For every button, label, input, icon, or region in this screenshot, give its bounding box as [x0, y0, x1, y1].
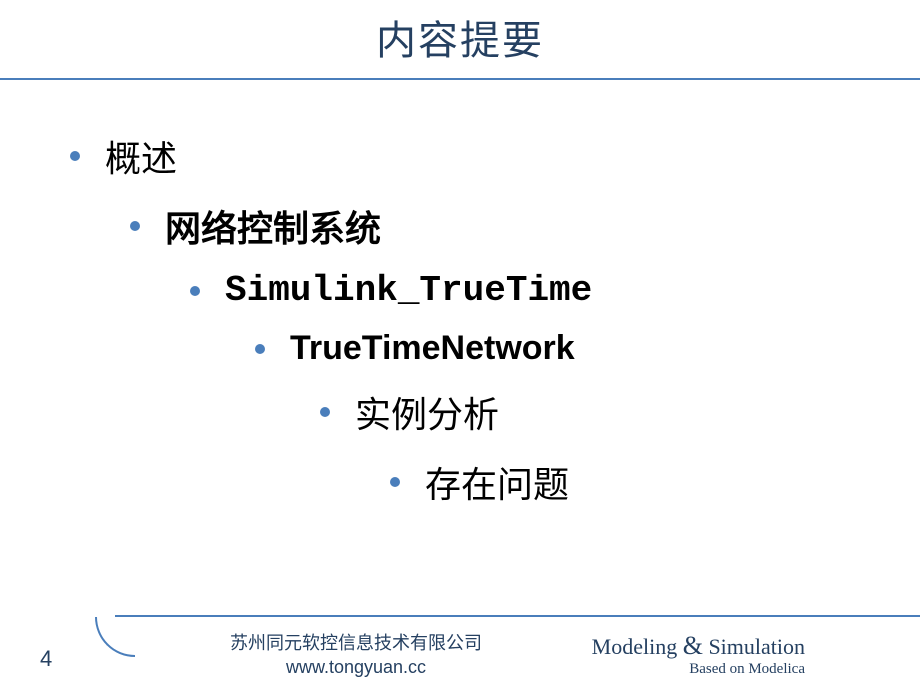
bullet-icon	[390, 477, 400, 487]
item-text-simulink: Simulink_TrueTime	[225, 270, 592, 311]
tagline-sub: Based on Modelica	[592, 661, 805, 678]
list-item: Simulink_TrueTime	[190, 270, 920, 311]
bullet-icon	[320, 407, 330, 417]
content-area: 概述 网络控制系统 Simulink_TrueTime TrueTimeNetw…	[0, 80, 920, 508]
tagline-amp: &	[683, 631, 703, 660]
item-text-problems: 存在问题	[425, 456, 569, 508]
bullet-icon	[190, 286, 200, 296]
list-item: 存在问题	[390, 456, 920, 508]
page-number: 4	[40, 646, 52, 672]
list-item: 概述	[70, 130, 920, 182]
bullet-icon	[130, 221, 140, 231]
slide-header: 内容提要	[0, 0, 920, 76]
tagline-block: Modeling & Simulation Based on Modelica	[592, 631, 805, 678]
company-url: www.tongyuan.cc	[230, 657, 482, 678]
footer-curve-icon	[95, 617, 135, 657]
company-block: 苏州同元软控信息技术有限公司 www.tongyuan.cc	[230, 629, 482, 678]
item-text-example: 实例分析	[355, 386, 499, 438]
list-item: 网络控制系统	[130, 200, 920, 252]
item-text-truetime: TrueTimeNetwork	[290, 329, 575, 368]
slide-footer: 4 苏州同元软控信息技术有限公司 www.tongyuan.cc Modelin…	[0, 615, 920, 690]
footer-divider	[0, 615, 920, 617]
list-item: 实例分析	[320, 386, 920, 438]
company-name: 苏州同元软控信息技术有限公司	[230, 629, 482, 655]
slide-title: 内容提要	[0, 8, 920, 66]
item-text-overview: 概述	[105, 130, 177, 182]
tagline-part1: Modeling	[592, 634, 683, 659]
tagline-main: Modeling & Simulation	[592, 631, 805, 661]
list-item: TrueTimeNetwork	[255, 329, 920, 368]
tagline-part2: Simulation	[703, 634, 805, 659]
item-text-network-control: 网络控制系统	[165, 200, 381, 252]
bullet-icon	[70, 151, 80, 161]
bullet-icon	[255, 344, 265, 354]
